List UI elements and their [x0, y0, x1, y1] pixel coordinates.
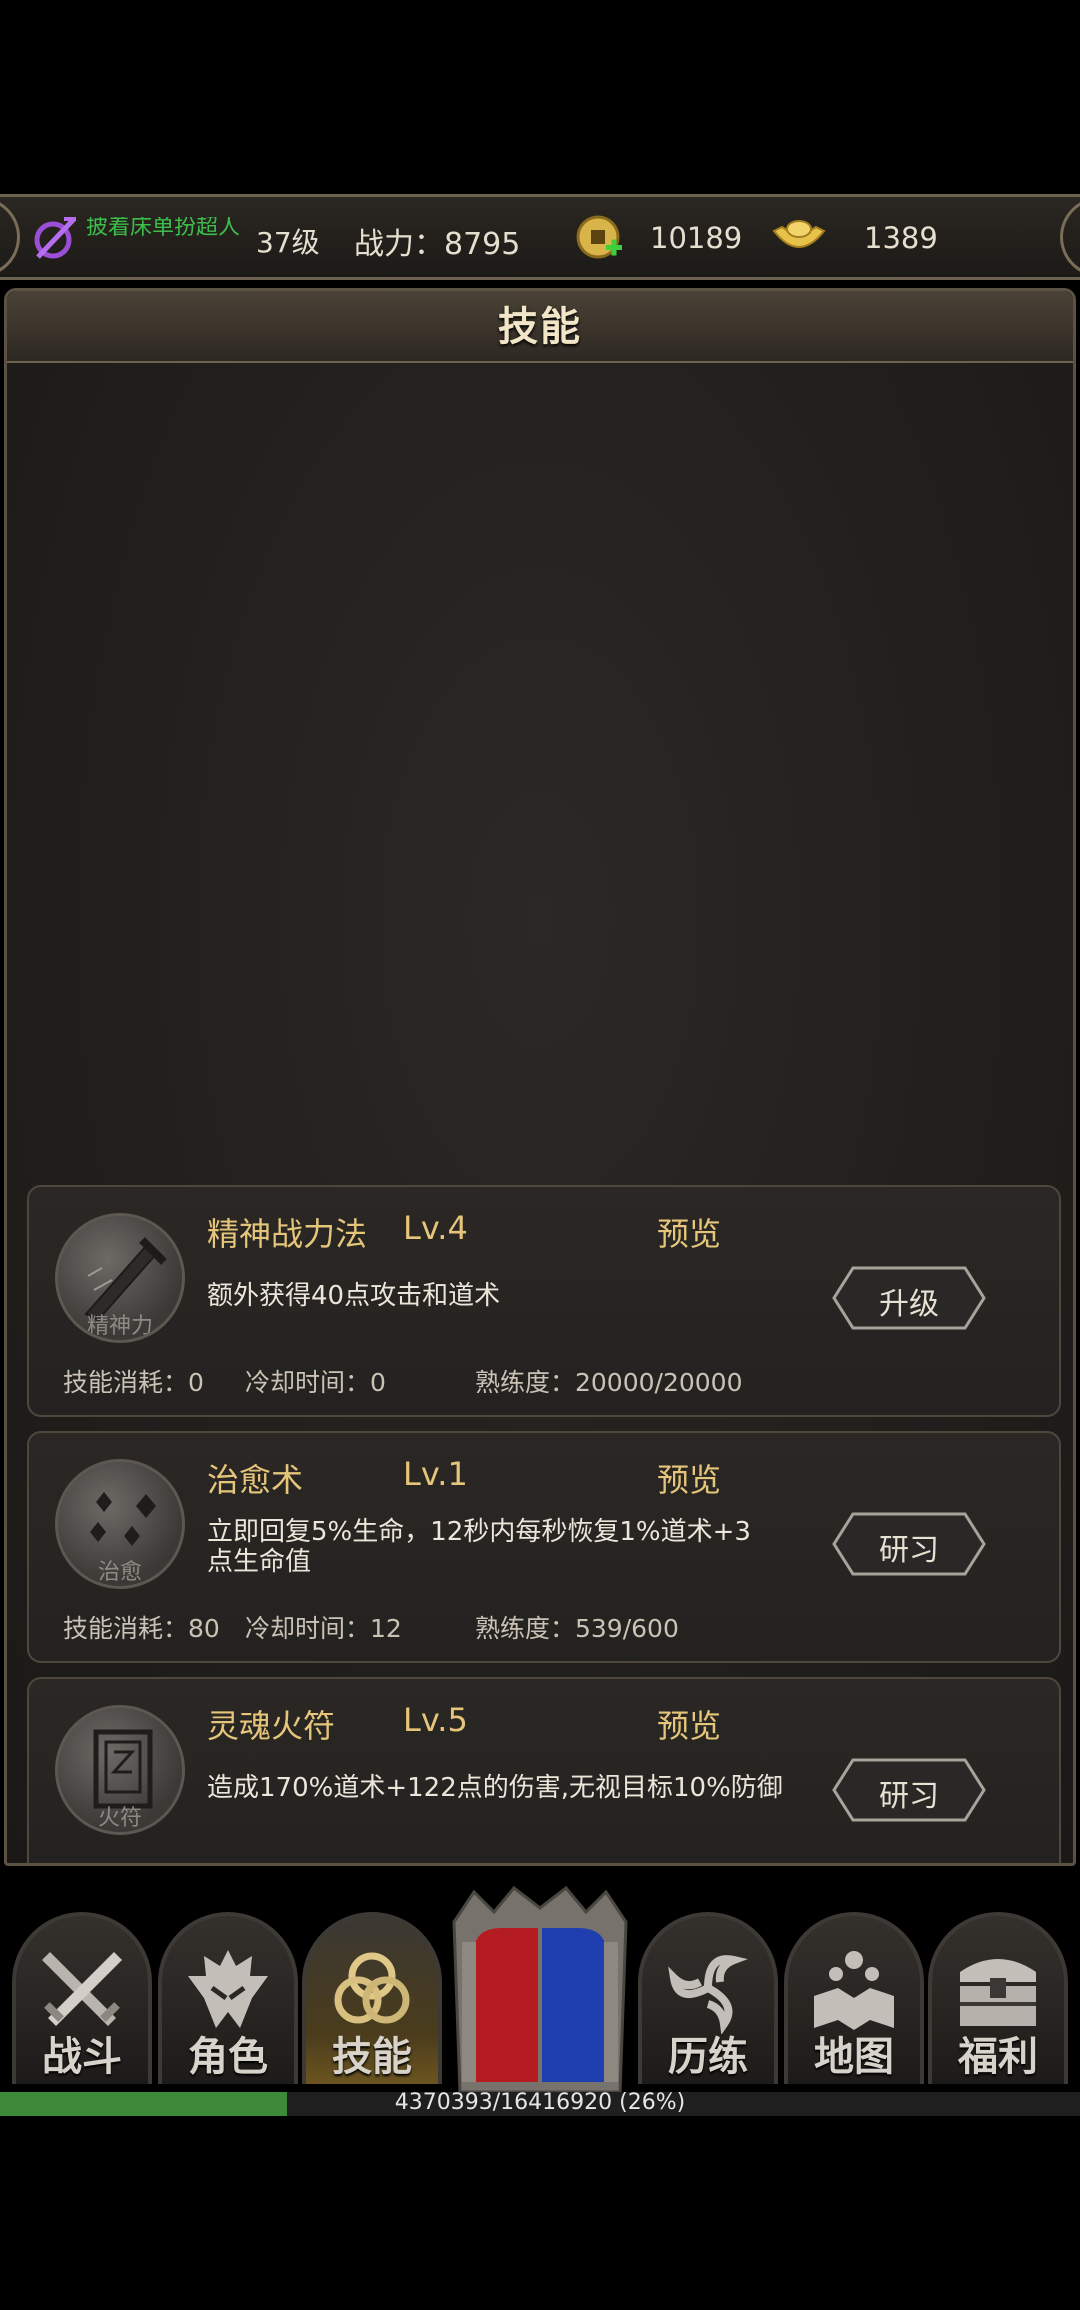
gold-ingot-icon [772, 220, 826, 248]
status-bar-left-ornament [0, 197, 20, 277]
experience-bar: 4370393/16416920 (26%) [0, 2090, 1080, 2116]
upgrade-button-label: 升级 [879, 1287, 939, 1322]
coin-amount: 10189 [650, 221, 743, 255]
skill-proficiency: 熟练度：539/600 [475, 1614, 679, 1643]
status-bar: 披着床单扮超人 37级 战力：8795 10189 1389 [0, 194, 1080, 280]
bottom-nav: 战斗 角色 技能 历练 地图 福利 [0, 1872, 1080, 2092]
skill-name: 灵魂火符 [207, 1707, 336, 1745]
study-button-label: 研习 [879, 1533, 939, 1568]
skill-cost: 技能消耗：0 [63, 1368, 204, 1397]
skill-preview-link[interactable]: 预览 [657, 1209, 721, 1255]
skill-card[interactable]: 火符 灵魂火符 Lv.5 预览 造成170%道术+122点的伤害,无视目标10%… [27, 1677, 1061, 1863]
nav-welfare[interactable]: 福利 [928, 1912, 1068, 2084]
skill-level: Lv.1 [403, 1455, 468, 1493]
skill-icon-label: 治愈 [97, 1560, 142, 1585]
portal-gate-icon[interactable] [444, 1882, 636, 2092]
skill-icon-label: 精神力 [86, 1314, 153, 1339]
skill-preview-link[interactable]: 预览 [657, 1701, 721, 1747]
skill-proficiency: 熟练度：20000/20000 [475, 1368, 743, 1397]
heal-skill-icon[interactable]: 治愈 [55, 1459, 185, 1589]
skill-description: 额外获得40点攻击和道术 [207, 1281, 501, 1311]
skill-icon-label: 火符 [97, 1806, 142, 1831]
skill-name: 治愈术 [207, 1461, 304, 1499]
nav-map[interactable]: 地图 [784, 1912, 924, 2084]
player-level: 37级 [256, 226, 320, 259]
helmet-icon [188, 1950, 268, 2028]
nav-label: 技能 [332, 2034, 412, 2080]
upgrade-button[interactable]: 升级 [831, 1265, 987, 1331]
nav-training[interactable]: 历练 [638, 1912, 778, 2084]
skill-level: Lv.5 [403, 1701, 468, 1739]
skill-preview-link[interactable]: 预览 [657, 1455, 721, 1501]
nav-label: 战斗 [42, 2034, 122, 2080]
guild-emblem-icon[interactable] [30, 213, 80, 263]
sword-skill-icon[interactable]: 精神力 [55, 1213, 185, 1343]
triquetra-icon [334, 1952, 410, 2024]
map-icon [814, 1951, 894, 2030]
nav-label: 地图 [814, 2034, 894, 2080]
experience-text: 4370393/16416920 (26%) [394, 2090, 686, 2115]
treasure-chest-icon [960, 1959, 1036, 2026]
ingot-amount: 1389 [864, 221, 938, 255]
skill-cost: 技能消耗：80 [63, 1614, 220, 1643]
skill-name: 精神战力法 [207, 1215, 368, 1253]
skill-cooldown: 冷却时间：0 [245, 1368, 386, 1397]
skill-description: 立即回复5%生命，12秒内每秒恢复1%道术+3点生命值 [207, 1517, 751, 1577]
study-button[interactable]: 研习 [831, 1757, 987, 1823]
combat-power: 战力：8795 [354, 227, 521, 262]
nav-skills[interactable]: 技能 [302, 1912, 442, 2084]
study-button[interactable]: 研习 [831, 1511, 987, 1577]
skill-card[interactable]: 精神力 精神战力法 Lv.4 预览 额外获得40点攻击和道术 技能消耗：0 冷却… [27, 1185, 1061, 1417]
study-button-label: 研习 [879, 1779, 939, 1814]
panel-header: 技能 [7, 291, 1073, 363]
nav-battle[interactable]: 战斗 [12, 1912, 152, 2084]
player-name[interactable]: 披着床单扮超人 [86, 217, 256, 263]
page-title: 技能 [498, 304, 582, 350]
skill-cooldown: 冷却时间：12 [245, 1614, 402, 1643]
nav-label: 历练 [668, 2034, 748, 2080]
skill-level: Lv.4 [403, 1209, 468, 1247]
skills-panel: 技能 精神力 精神战力法 Lv.4 预览 额外获得40点攻击和道术 技能消耗：0… [4, 288, 1076, 1866]
copper-coin-add-icon[interactable] [574, 213, 626, 265]
talisman-skill-icon[interactable]: 火符 [55, 1705, 185, 1835]
skill-description: 造成170%道术+122点的伤害,无视目标10%防御 [207, 1773, 783, 1803]
nav-label: 福利 [958, 2034, 1038, 2080]
nav-character[interactable]: 角色 [158, 1912, 298, 2084]
nav-label: 角色 [188, 2034, 268, 2080]
triskelion-icon [668, 1955, 748, 2034]
skill-card[interactable]: 治愈 治愈术 Lv.1 预览 立即回复5%生命，12秒内每秒恢复1%道术+3点生… [27, 1431, 1061, 1663]
status-bar-right-ornament [1060, 197, 1080, 277]
crossed-swords-icon [42, 1952, 122, 2026]
